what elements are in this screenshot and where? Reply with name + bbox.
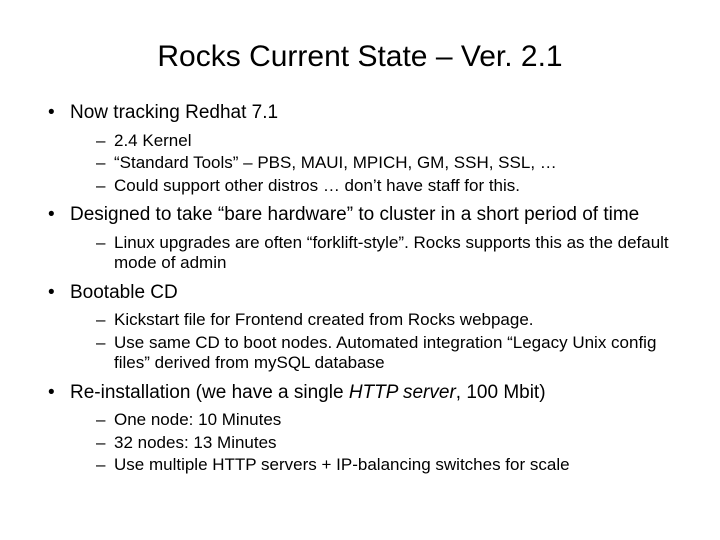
bullet-3-sub: Kickstart file for Frontend created from… xyxy=(96,310,680,373)
bullet-3-label: Bootable CD xyxy=(70,282,178,303)
bullet-2-sub-1: Linux upgrades are often “forklift-style… xyxy=(96,233,680,274)
bullet-1-sub-1: 2.4 Kernel xyxy=(96,131,680,151)
bullet-2: Designed to take “bare hardware” to clus… xyxy=(44,204,680,274)
slide-title: Rocks Current State – Ver. 2.1 xyxy=(40,40,680,74)
bullet-3-sub-2: Use same CD to boot nodes. Automated int… xyxy=(96,333,680,374)
bullet-1-sub-3: Could support other distros … don’t have… xyxy=(96,176,680,196)
bullet-4: Re-installation (we have a single HTTP s… xyxy=(44,382,680,476)
bullet-1: Now tracking Redhat 7.1 2.4 Kernel “Stan… xyxy=(44,102,680,196)
bullet-4-sub-2: 32 nodes: 13 Minutes xyxy=(96,433,680,453)
bullet-list: Now tracking Redhat 7.1 2.4 Kernel “Stan… xyxy=(44,102,680,475)
bullet-3-sub-1: Kickstart file for Frontend created from… xyxy=(96,310,680,330)
bullet-4-sub-3: Use multiple HTTP servers + IP-balancing… xyxy=(96,455,680,475)
bullet-2-label: Designed to take “bare hardware” to clus… xyxy=(70,204,639,225)
bullet-3: Bootable CD Kickstart file for Frontend … xyxy=(44,282,680,374)
bullet-1-label: Now tracking Redhat 7.1 xyxy=(70,102,278,123)
slide: Rocks Current State – Ver. 2.1 Now track… xyxy=(0,0,720,540)
bullet-4-prefix: Re-installation (we have a single xyxy=(70,382,349,403)
bullet-4-sub-1: One node: 10 Minutes xyxy=(96,410,680,430)
bullet-1-sub-2: “Standard Tools” – PBS, MAUI, MPICH, GM,… xyxy=(96,153,680,173)
bullet-4-italic: HTTP server xyxy=(349,382,456,403)
bullet-1-sub: 2.4 Kernel “Standard Tools” – PBS, MAUI,… xyxy=(96,131,680,196)
bullet-4-suffix: , 100 Mbit) xyxy=(456,382,546,403)
bullet-2-sub: Linux upgrades are often “forklift-style… xyxy=(96,233,680,274)
bullet-4-sub: One node: 10 Minutes 32 nodes: 13 Minute… xyxy=(96,410,680,475)
